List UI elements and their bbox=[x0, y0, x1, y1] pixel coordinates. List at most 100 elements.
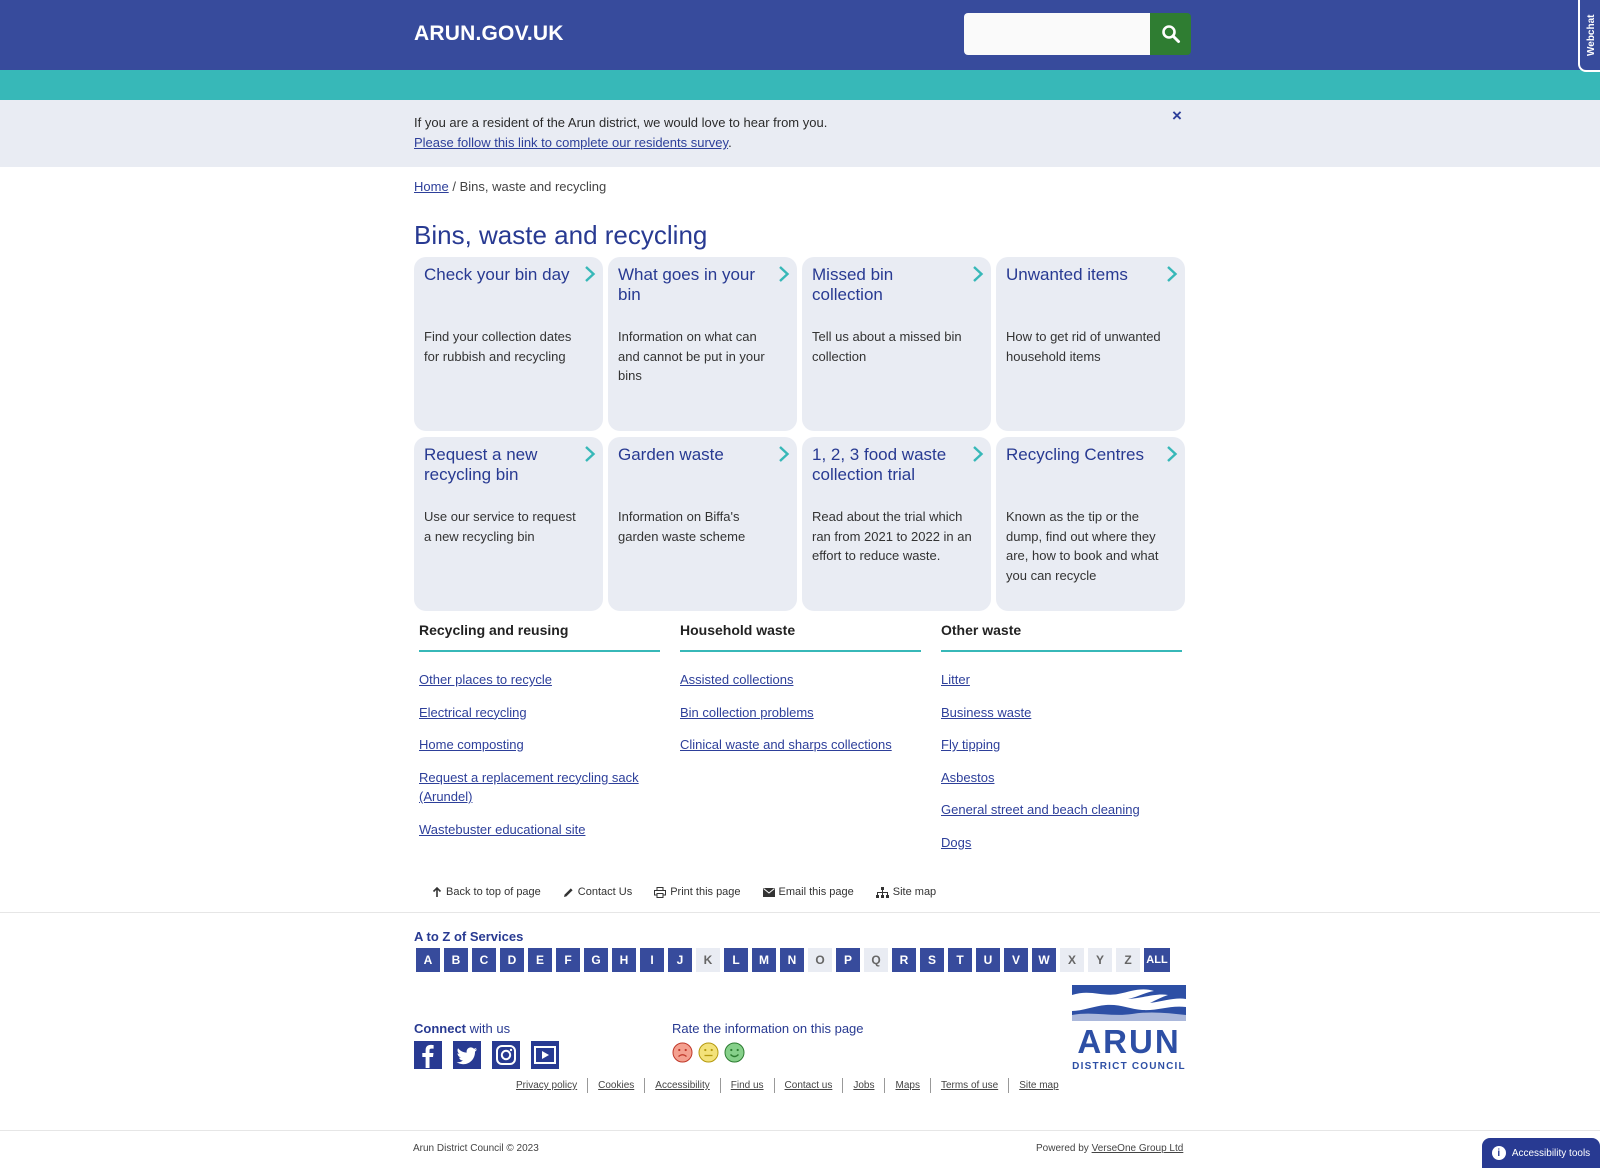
service-card[interactable]: Garden waste Information on Biffa's garde… bbox=[608, 437, 797, 611]
search-input[interactable] bbox=[964, 13, 1150, 55]
survey-link[interactable]: Please follow this link to complete our … bbox=[414, 135, 728, 150]
footer-link[interactable]: Accessibility bbox=[645, 1078, 721, 1093]
column-link[interactable]: Fly tipping bbox=[941, 737, 1000, 752]
print-page-link[interactable]: Print this page bbox=[654, 886, 741, 898]
column-link[interactable]: Other places to recycle bbox=[419, 672, 552, 687]
az-letter[interactable]: S bbox=[920, 948, 944, 972]
back-to-top-link[interactable]: Back to top of page bbox=[432, 886, 541, 898]
accessibility-tools-button[interactable]: i Accessibility tools bbox=[1482, 1138, 1600, 1168]
contact-us-link[interactable]: Contact Us bbox=[563, 886, 632, 898]
envelope-icon bbox=[762, 887, 775, 897]
card-title: Request a new recycling bin bbox=[424, 445, 538, 484]
list-item: Home composting bbox=[419, 735, 660, 755]
footer-link[interactable]: Site map bbox=[1009, 1078, 1068, 1093]
footer-link[interactable]: Find us bbox=[721, 1078, 775, 1093]
chevron-right-icon bbox=[1167, 266, 1178, 282]
column-link[interactable]: Assisted collections bbox=[680, 672, 793, 687]
az-letter[interactable]: T bbox=[948, 948, 972, 972]
breadcrumb-separator: / bbox=[452, 179, 456, 194]
az-all-button[interactable]: ALL bbox=[1144, 948, 1170, 972]
chevron-right-icon bbox=[585, 446, 596, 462]
footer-link[interactable]: Privacy policy bbox=[506, 1078, 589, 1093]
column-link[interactable]: Business waste bbox=[941, 705, 1031, 720]
az-letter[interactable]: J bbox=[668, 948, 692, 972]
az-letter[interactable]: A bbox=[416, 948, 440, 972]
chevron-right-icon bbox=[1167, 446, 1178, 462]
column-link[interactable]: Dogs bbox=[941, 835, 971, 850]
close-icon[interactable]: × bbox=[1172, 106, 1182, 126]
column-link[interactable]: Home composting bbox=[419, 737, 524, 752]
instagram-icon[interactable] bbox=[492, 1041, 520, 1069]
az-letter[interactable]: D bbox=[500, 948, 524, 972]
card-description: Known as the tip or the dump, find out w… bbox=[1006, 509, 1159, 583]
az-letter[interactable]: L bbox=[724, 948, 748, 972]
az-letter[interactable]: B bbox=[444, 948, 468, 972]
arun-council-logo[interactable]: ARUN DISTRICT COUNCIL bbox=[1072, 985, 1186, 1072]
search-icon bbox=[1161, 25, 1180, 43]
column-link[interactable]: Clinical waste and sharps collections bbox=[680, 737, 892, 752]
card-title: 1, 2, 3 food waste collection trial bbox=[812, 445, 947, 484]
service-card[interactable]: Check your bin day Find your collection d… bbox=[414, 257, 603, 431]
az-letter[interactable]: U bbox=[976, 948, 1000, 972]
list-item: Electrical recycling bbox=[419, 703, 660, 723]
az-letter[interactable]: M bbox=[752, 948, 776, 972]
chevron-right-icon bbox=[779, 446, 790, 462]
az-letter[interactable]: H bbox=[612, 948, 636, 972]
column-link[interactable]: Asbestos bbox=[941, 770, 994, 785]
site-map-link[interactable]: Site map bbox=[875, 886, 937, 898]
column-link[interactable]: Electrical recycling bbox=[419, 705, 527, 720]
service-card[interactable]: Unwanted items How to get rid of unwanted… bbox=[996, 257, 1185, 431]
column-link[interactable]: Wastebuster educational site bbox=[419, 822, 585, 837]
council-logo-name: ARUN bbox=[1077, 1023, 1180, 1060]
column-link-list: Assisted collections Bin collection probl… bbox=[680, 670, 921, 755]
column-link[interactable]: Bin collection problems bbox=[680, 705, 814, 720]
site-logo[interactable]: ARUN.GOV.UK bbox=[414, 22, 564, 46]
az-letter[interactable]: F bbox=[556, 948, 580, 972]
az-letter[interactable]: P bbox=[836, 948, 860, 972]
survey-banner: If you are a resident of the Arun distri… bbox=[0, 100, 1600, 167]
az-letter[interactable]: E bbox=[528, 948, 552, 972]
service-card[interactable]: Missed bin collection Tell us about a mis… bbox=[802, 257, 991, 431]
column-link[interactable]: Litter bbox=[941, 672, 970, 687]
sad-face-icon[interactable] bbox=[672, 1042, 693, 1063]
az-letter[interactable]: I bbox=[640, 948, 664, 972]
footer-link[interactable]: Cookies bbox=[588, 1078, 646, 1093]
service-card[interactable]: Recycling Centres Known as the tip or the… bbox=[996, 437, 1185, 611]
footer-link[interactable]: Contact us bbox=[775, 1078, 844, 1093]
az-letter[interactable]: N bbox=[780, 948, 804, 972]
az-letter: Y bbox=[1088, 948, 1112, 972]
az-letter[interactable]: C bbox=[472, 948, 496, 972]
column-title: Other waste bbox=[941, 622, 1182, 652]
facebook-icon[interactable] bbox=[414, 1041, 442, 1069]
list-item: Clinical waste and sharps collections bbox=[680, 735, 921, 755]
card-title: Unwanted items bbox=[1006, 265, 1128, 284]
site-map-label: Site map bbox=[892, 886, 937, 898]
az-letter[interactable]: V bbox=[1004, 948, 1028, 972]
twitter-icon[interactable] bbox=[453, 1041, 481, 1069]
youtube-icon[interactable] bbox=[531, 1041, 559, 1069]
happy-face-icon[interactable] bbox=[724, 1042, 745, 1063]
neutral-face-icon[interactable] bbox=[698, 1042, 719, 1063]
pencil-icon bbox=[563, 887, 573, 897]
az-letter[interactable]: W bbox=[1032, 948, 1056, 972]
footer-link[interactable]: Jobs bbox=[843, 1078, 886, 1093]
az-letter[interactable]: G bbox=[584, 948, 608, 972]
service-card[interactable]: Request a new recycling bin Use our servi… bbox=[414, 437, 603, 611]
column-link[interactable]: General street and beach cleaning bbox=[941, 802, 1140, 817]
column-link-list: Other places to recycle Electrical recycl… bbox=[419, 670, 660, 839]
search-button[interactable] bbox=[1150, 13, 1191, 55]
service-card[interactable]: 1, 2, 3 food waste collection trial Read … bbox=[802, 437, 991, 611]
breadcrumb-home[interactable]: Home bbox=[414, 179, 449, 194]
az-letter[interactable]: R bbox=[892, 948, 916, 972]
webchat-tab[interactable]: Webchat bbox=[1578, 0, 1600, 72]
footer-links: Privacy policy Cookies Accessibility Find u… bbox=[506, 1078, 1069, 1093]
column-link[interactable]: Request a replacement recycling sack (Ar… bbox=[419, 770, 639, 805]
az-letter: Z bbox=[1116, 948, 1140, 972]
service-card[interactable]: What goes in your bin Information on what… bbox=[608, 257, 797, 431]
card-description: Information on Biffa's garden waste sche… bbox=[618, 509, 746, 544]
footer-link[interactable]: Maps bbox=[885, 1078, 931, 1093]
footer-link[interactable]: Terms of use bbox=[931, 1078, 1010, 1093]
powered-by-prefix: Powered by bbox=[1036, 1143, 1092, 1154]
email-page-link[interactable]: Email this page bbox=[762, 886, 854, 898]
verseone-link[interactable]: VerseOne Group Ltd bbox=[1092, 1143, 1184, 1154]
